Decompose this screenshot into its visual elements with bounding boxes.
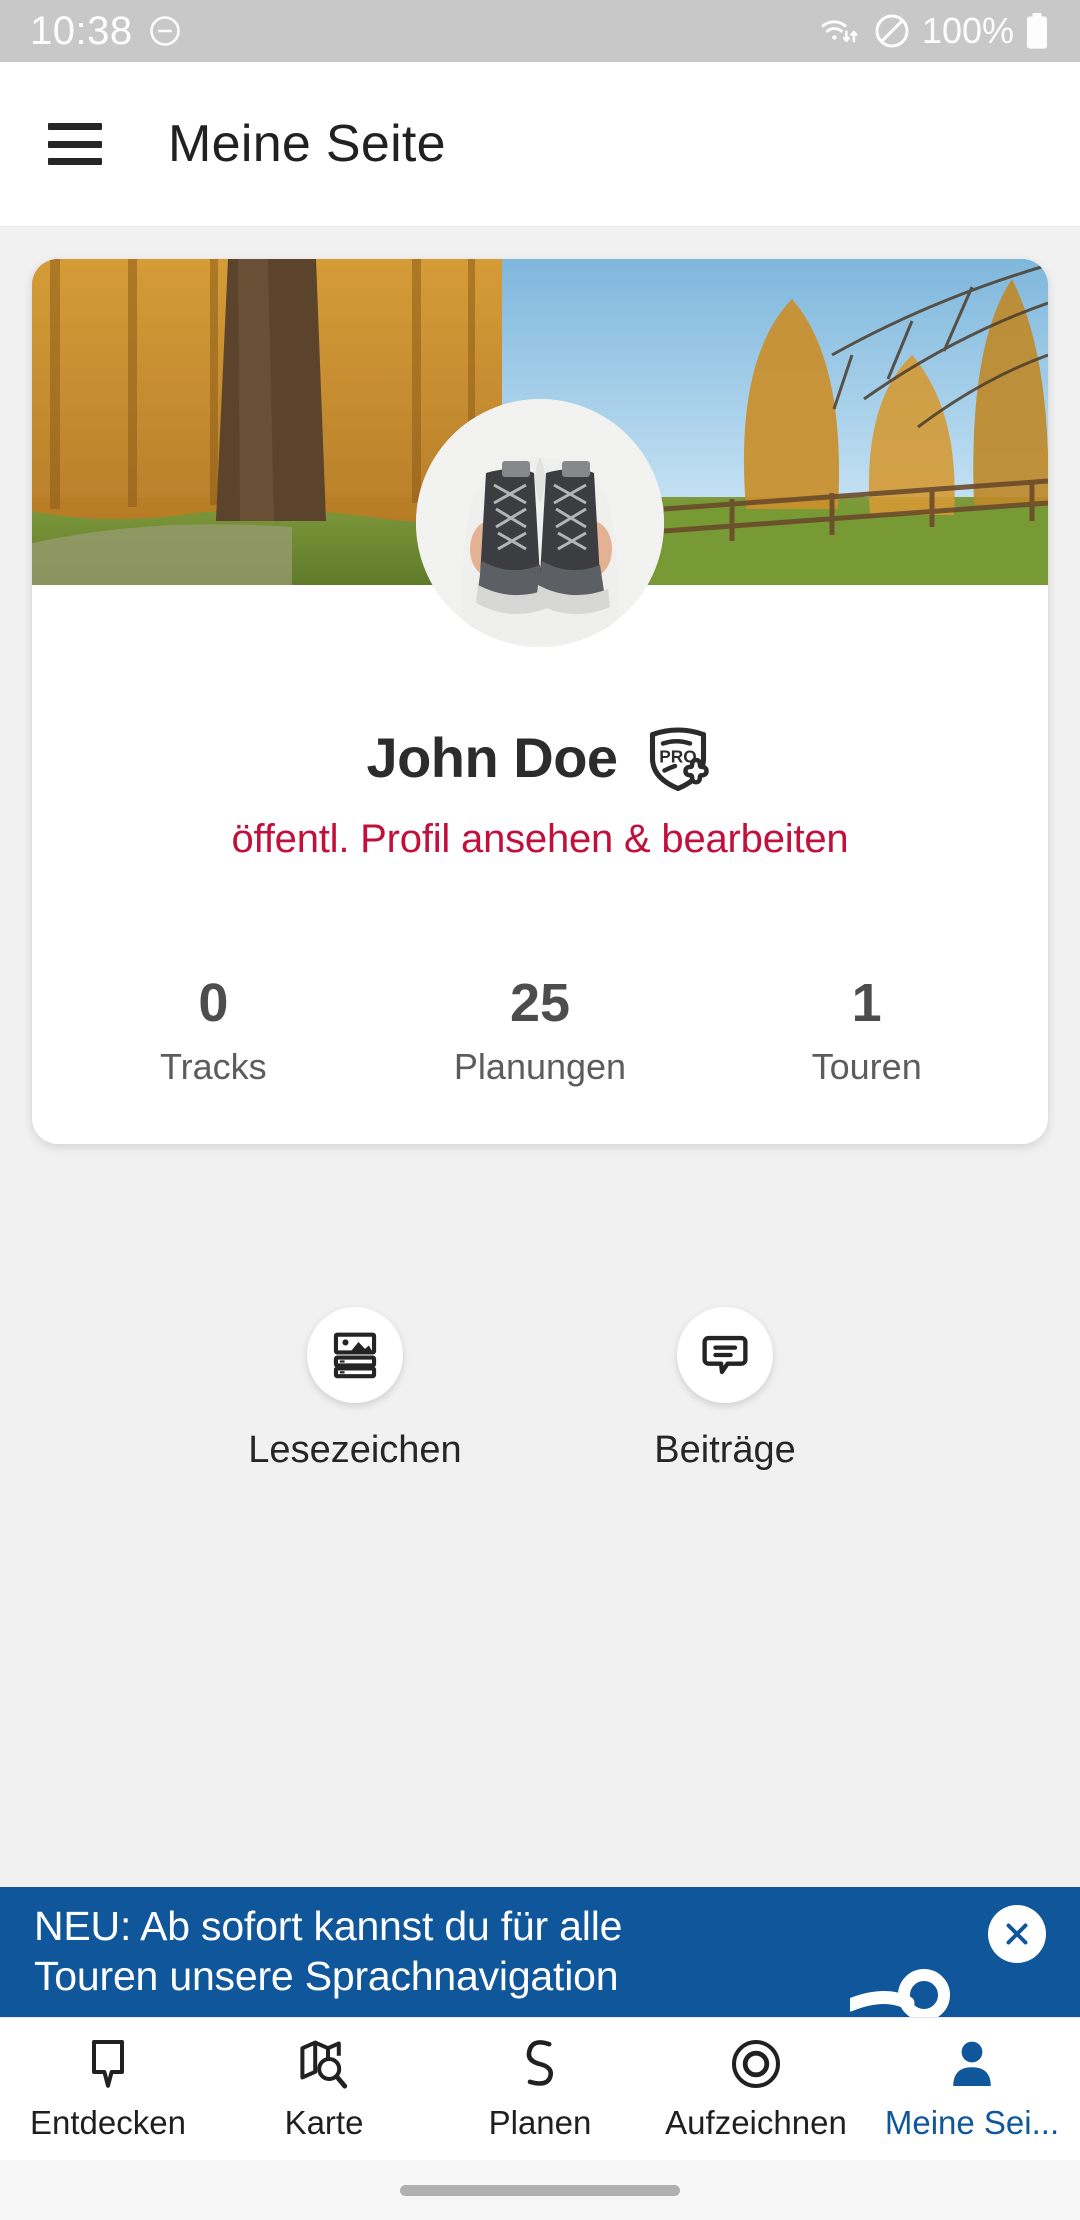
nav-item-entdecken-label: Entdecken [30, 2104, 186, 2141]
page-body: John Doe PRO öffentl. Profil ansehen & b… [0, 227, 1080, 2017]
quick-action-beitraege-label: Beiträge [654, 1429, 796, 1471]
status-bar: 10:38 100% [0, 0, 1080, 62]
nav-item-planen-label: Planen [488, 2104, 592, 2141]
nav-item-karte-label: Karte [284, 2104, 364, 2141]
battery-percent-label: 100% [921, 10, 1014, 51]
avatar-image [416, 399, 664, 647]
nav-item-aufzeichnen-label: Aufzeichnen [665, 2104, 847, 2141]
page-title: Meine Seite [168, 115, 446, 173]
person-icon [948, 2036, 996, 2092]
profile-name-row: John Doe PRO [32, 721, 1048, 793]
stat-tracks[interactable]: 0 Tracks [50, 972, 377, 1088]
nav-item-aufzeichnen[interactable]: Aufzeichnen [648, 2036, 864, 2142]
status-bar-left: 10:38 [30, 9, 183, 54]
promo-banner-text: NEU: Ab sofort kannst du für alle Touren… [34, 1901, 774, 2001]
bottom-navigation: Entdecken Karte Planen Aufzeichnen Meine… [0, 2017, 1080, 2160]
stat-touren-label: Touren [811, 1046, 922, 1087]
profile-card: John Doe PRO öffentl. Profil ansehen & b… [32, 259, 1048, 1144]
route-squiggle-icon [520, 2036, 560, 2092]
stat-touren-value: 1 [851, 973, 882, 1033]
record-circle-icon [730, 2036, 782, 2092]
quick-action-lesezeichen-label: Lesezeichen [248, 1429, 462, 1471]
map-search-icon [298, 2036, 350, 2092]
nav-item-planen[interactable]: Planen [432, 2036, 648, 2142]
home-indicator[interactable] [400, 2184, 680, 2196]
voice-navigation-icon [850, 1969, 950, 2017]
public-profile-link[interactable]: öffentl. Profil ansehen & bearbeiten [32, 817, 1048, 862]
stat-planungen[interactable]: 25 Planungen [377, 972, 704, 1088]
promo-banner[interactable]: NEU: Ab sofort kannst du für alle Touren… [0, 1887, 1080, 2017]
nav-item-entdecken[interactable]: Entdecken [0, 2036, 216, 2142]
nav-item-karte[interactable]: Karte [216, 2036, 432, 2142]
no-signal-icon [875, 14, 909, 48]
quick-action-beitraege[interactable]: Beiträge [615, 1307, 835, 1472]
quick-action-beitraege-circle[interactable] [677, 1307, 773, 1403]
status-bar-clock: 10:38 [30, 8, 133, 53]
app-screen: 10:38 100% Meine Seite John Doe PRO öffe… [0, 0, 1080, 2220]
map-pin-outline-icon [84, 2036, 132, 2092]
stat-tracks-value: 0 [198, 973, 229, 1033]
article-image-list-icon [333, 1332, 377, 1379]
profile-stats: 0 Tracks 25 Planungen 1 Touren [32, 972, 1048, 1144]
nav-item-meine-seite[interactable]: Meine Sei... [864, 2036, 1080, 2142]
promo-banner-line1: NEU: Ab sofort kannst du für alle [34, 1903, 623, 1949]
nav-item-meine-seite-label: Meine Sei... [884, 2104, 1060, 2141]
stat-tracks-label: Tracks [160, 1046, 267, 1087]
promo-close-button[interactable] [988, 1905, 1046, 1963]
stat-planungen-label: Planungen [453, 1046, 627, 1087]
profile-details: John Doe PRO öffentl. Profil ansehen & b… [32, 585, 1048, 1144]
pro-badge-icon: PRO [649, 727, 709, 792]
stat-planungen-value: 25 [509, 973, 571, 1033]
gesture-bar [0, 2160, 1080, 2220]
battery-full-icon [1026, 13, 1048, 49]
hamburger-menu-icon[interactable] [48, 123, 102, 165]
avatar[interactable] [416, 399, 664, 647]
speech-bubble-icon [702, 1335, 748, 1375]
close-icon [1006, 1923, 1028, 1945]
wifi-icon [821, 20, 858, 43]
quick-action-lesezeichen[interactable]: Lesezeichen [245, 1307, 465, 1472]
quick-actions: Lesezeichen Beiträge [0, 1307, 1080, 1472]
profile-name: John Doe [366, 725, 618, 789]
status-bar-right: 100% [820, 10, 1050, 52]
app-bar: Meine Seite [0, 62, 1080, 227]
quick-action-lesezeichen-circle[interactable] [307, 1307, 403, 1403]
stat-touren[interactable]: 1 Touren [703, 972, 1030, 1088]
promo-banner-line2: Touren unsere Sprachnavigation [34, 1953, 619, 2000]
do-not-disturb-icon [149, 16, 180, 46]
